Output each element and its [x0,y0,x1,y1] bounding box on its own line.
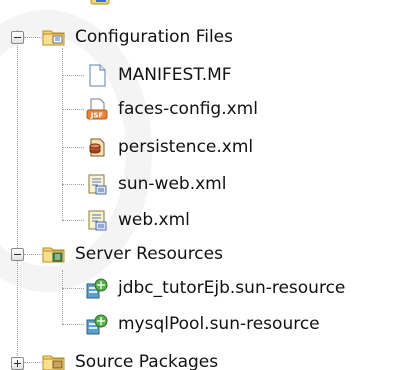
branch-line [24,37,42,38]
partial-top-item-icon [88,0,112,8]
xml-descriptor-icon [85,172,109,196]
root-connector-line [17,30,18,360]
branch-line [62,109,84,110]
config-folder-icon [42,25,66,49]
tree-node-sun-web[interactable]: sun-web.xml [85,170,226,198]
source-folder-icon [42,350,66,370]
branch-line [24,362,42,363]
branch-line [62,75,84,76]
collapse-toggle-server-resources[interactable] [11,248,24,261]
resource-icon [85,276,109,300]
tree-node-mysql-pool[interactable]: mysqlPool.sun-resource [85,310,320,338]
server-folder-icon [42,242,66,266]
tree-node-manifest[interactable]: MANIFEST.MF [85,61,232,89]
server-connector-line [62,270,63,324]
expand-toggle-source-packages[interactable] [11,357,24,370]
branch-line [24,254,42,255]
server-resources-label: Server Resources [75,244,223,264]
tree-node-web-xml[interactable]: web.xml [85,206,190,234]
svg-text:JSF: JSF [90,112,104,120]
branch-line [62,147,84,148]
manifest-label: MANIFEST.MF [118,65,232,85]
mysql-pool-label: mysqlPool.sun-resource [118,314,320,334]
tree-node-persistence[interactable]: persistence.xml [85,133,253,161]
branch-line [62,324,84,325]
tree-node-server-resources[interactable]: Server Resources [42,240,223,268]
branch-line [62,220,84,221]
jdbc-resource-label: jdbc_tutorEjb.sun-resource [118,278,346,298]
tree-node-jdbc-resource[interactable]: jdbc_tutorEjb.sun-resource [85,274,345,302]
persistence-label: persistence.xml [118,137,254,157]
xml-descriptor-icon [85,208,109,232]
branch-line [62,288,84,289]
collapse-toggle-configuration-files[interactable] [11,31,24,44]
source-packages-label: Source Packages [75,352,219,370]
jsf-file-icon: JSF [85,97,109,121]
sun-web-label: sun-web.xml [118,174,227,194]
config-connector-line [62,48,63,220]
branch-line [62,184,84,185]
persistence-icon [85,135,109,159]
tree-node-source-packages[interactable]: Source Packages [42,348,218,370]
tree-node-faces-config[interactable]: JSF faces-config.xml [85,95,258,123]
faces-config-label: faces-config.xml [118,99,258,119]
resource-icon [85,312,109,336]
project-tree: Configuration Files MANIFEST.MF JSF face… [0,0,398,370]
tree-node-configuration-files[interactable]: Configuration Files [42,23,233,51]
configuration-files-label: Configuration Files [75,27,233,47]
web-xml-label: web.xml [118,210,190,230]
file-icon [85,63,109,87]
